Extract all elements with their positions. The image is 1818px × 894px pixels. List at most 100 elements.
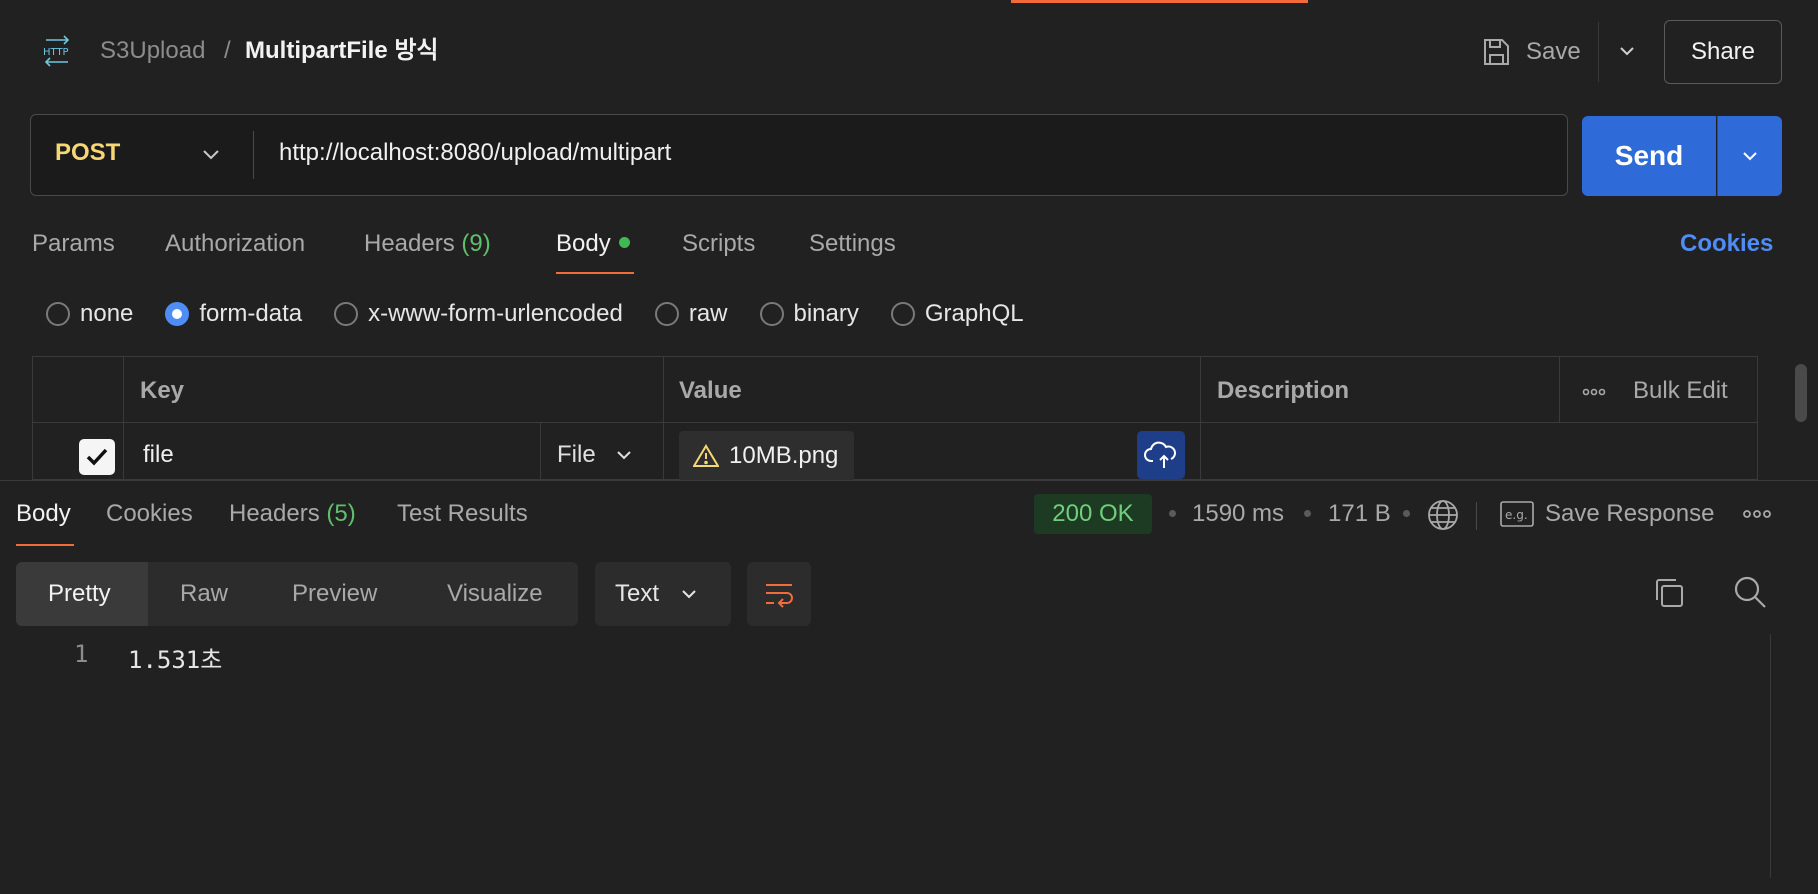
chevron-down-icon <box>1743 152 1757 161</box>
radio-button[interactable] <box>890 302 915 326</box>
tab-body-label: Body <box>556 230 611 257</box>
radio-label: none <box>80 300 134 327</box>
column-divider <box>1559 357 1560 423</box>
response-headers-label: Headers <box>229 500 320 527</box>
tab-headers-label: Headers <box>364 230 455 257</box>
request-title[interactable]: MultipartFile 방식 <box>245 36 439 66</box>
key-cell[interactable]: file <box>143 441 174 469</box>
response-tab-cookies[interactable]: Cookies <box>106 500 193 528</box>
response-tab-test-results[interactable]: Test Results <box>397 500 528 528</box>
tab-params[interactable]: Params <box>32 230 115 258</box>
table-header <box>33 357 1757 423</box>
radio-binary[interactable]: binary <box>759 300 859 328</box>
share-button[interactable]: Share <box>1664 20 1782 84</box>
radio-label: raw <box>688 300 728 327</box>
active-tab-indicator <box>1011 0 1308 3</box>
bulk-edit-button[interactable]: Bulk Edit <box>1633 377 1728 405</box>
radio-button[interactable] <box>654 302 679 326</box>
more-options-icon[interactable] <box>1742 500 1772 528</box>
wrap-lines-button[interactable] <box>747 562 811 626</box>
more-options-icon[interactable] <box>1581 379 1607 405</box>
save-response-button[interactable]: Save Response <box>1545 500 1714 528</box>
tab-headers[interactable]: Headers (9) <box>364 230 491 258</box>
chevron-down-icon <box>1620 47 1634 56</box>
tab-settings[interactable]: Settings <box>809 230 896 258</box>
upload-file-button[interactable] <box>1137 431 1185 479</box>
radio-none[interactable]: none <box>46 300 133 328</box>
globe-icon[interactable] <box>1426 498 1460 532</box>
form-data-table: Key Value Description Bulk Edit file Fil… <box>32 356 1758 481</box>
pane-divider[interactable] <box>0 480 1818 481</box>
tab-scripts[interactable]: Scripts <box>682 230 755 258</box>
view-preview[interactable]: Preview <box>292 580 377 608</box>
url-divider <box>253 131 254 179</box>
file-name: 10MB.png <box>729 442 839 469</box>
example-icon: e.g. <box>1500 501 1534 527</box>
save-button[interactable]: Save <box>1480 26 1581 78</box>
chevron-down-icon <box>616 451 631 460</box>
tab-body[interactable]: Body <box>556 230 630 258</box>
view-mode-selector: Pretty Raw Preview Visualize <box>16 562 578 626</box>
cloud-upload-icon <box>1144 441 1176 468</box>
send-button[interactable]: Send <box>1582 116 1716 196</box>
line-number: 1 <box>74 640 89 668</box>
radio-button-selected[interactable] <box>165 302 190 326</box>
send-options-button[interactable] <box>1717 116 1782 196</box>
radio-raw[interactable]: raw <box>654 300 728 328</box>
format-select[interactable]: Text <box>595 562 731 626</box>
response-size[interactable]: 171 B <box>1328 500 1391 528</box>
request-scrollbar[interactable] <box>1795 364 1807 422</box>
meta-separator <box>1304 510 1311 517</box>
breadcrumb-collection[interactable]: S3Upload <box>100 36 205 66</box>
view-pretty[interactable]: Pretty <box>48 580 111 608</box>
save-options-button[interactable] <box>1610 34 1644 68</box>
radio-label: binary <box>793 300 859 327</box>
type-select[interactable]: File <box>557 441 634 469</box>
radio-label: GraphQL <box>924 300 1024 327</box>
chevron-down-icon <box>682 590 696 599</box>
column-divider <box>1200 357 1201 481</box>
checkmark-icon <box>86 448 108 466</box>
column-header-key: Key <box>140 377 185 404</box>
format-label: Text <box>615 580 660 607</box>
headers-count: (9) <box>461 230 491 257</box>
wrap-lines-icon <box>766 584 793 608</box>
column-header-value: Value <box>679 377 742 404</box>
save-divider <box>1598 22 1599 82</box>
radio-label: x-www-form-urlencoded <box>368 300 623 327</box>
radio-button[interactable] <box>759 302 784 326</box>
column-divider <box>123 357 124 481</box>
body-indicator-dot <box>618 237 630 249</box>
tab-authorization[interactable]: Authorization <box>165 230 305 258</box>
copy-icon[interactable] <box>1652 576 1686 610</box>
radio-form-data[interactable]: form-data <box>165 300 302 328</box>
save-label: Save <box>1526 38 1581 65</box>
chevron-down-icon[interactable] <box>197 140 225 168</box>
file-chip[interactable]: 10MB.png <box>679 431 855 481</box>
search-icon[interactable] <box>1732 574 1768 610</box>
radio-graphql[interactable]: GraphQL <box>890 300 1024 328</box>
row-enabled-checkbox[interactable] <box>79 439 115 475</box>
response-tab-underline <box>16 544 74 546</box>
radio-urlencoded[interactable]: x-www-form-urlencoded <box>334 300 623 328</box>
url-input[interactable]: http://localhost:8080/upload/multipart <box>279 139 671 167</box>
response-tab-body[interactable]: Body <box>16 500 71 528</box>
view-visualize[interactable]: Visualize <box>447 580 543 608</box>
type-label: File <box>557 441 596 468</box>
body-type-selector: none form-data x-www-form-urlencoded raw… <box>46 300 1056 328</box>
toolbar-divider <box>1476 502 1477 530</box>
cookies-link[interactable]: Cookies <box>1680 230 1773 258</box>
radio-label: form-data <box>199 300 303 327</box>
warning-icon <box>693 444 719 467</box>
status-badge[interactable]: 200 OK <box>1034 494 1152 534</box>
column-divider <box>540 423 541 481</box>
response-scroll-track <box>1770 634 1771 878</box>
response-time[interactable]: 1590 ms <box>1192 500 1284 528</box>
method-select[interactable]: POST <box>55 139 120 167</box>
radio-button[interactable] <box>334 302 359 326</box>
url-bar: POST http://localhost:8080/upload/multip… <box>30 114 1568 196</box>
view-raw[interactable]: Raw <box>180 580 228 608</box>
radio-button[interactable] <box>46 302 70 326</box>
response-tab-headers[interactable]: Headers (5) <box>229 500 356 528</box>
response-body-viewer[interactable]: 1 1.531초 <box>0 630 1770 880</box>
